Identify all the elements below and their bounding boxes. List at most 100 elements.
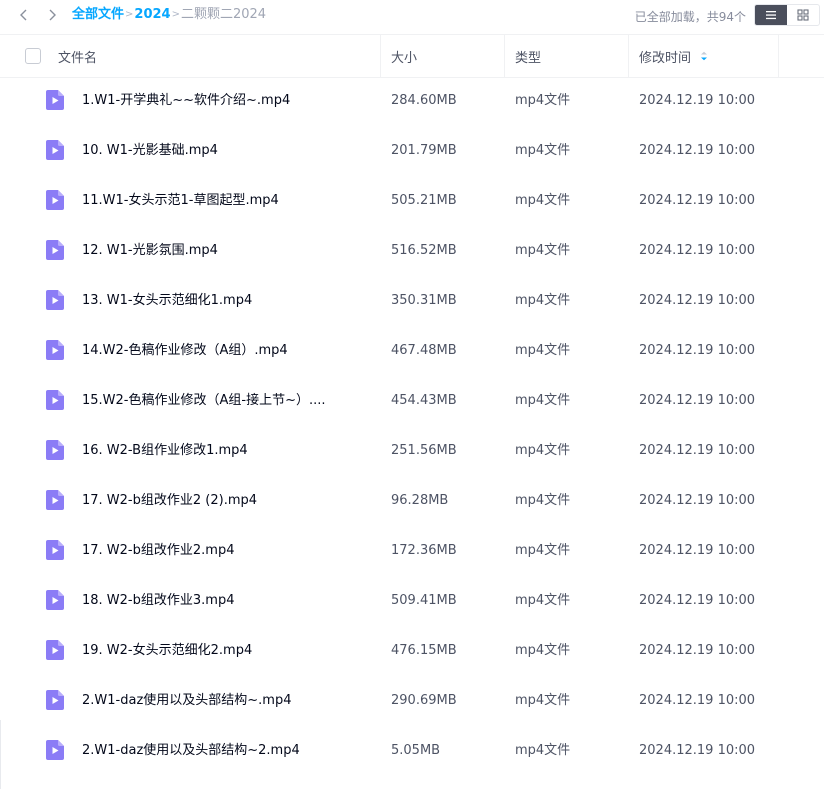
file-type: mp4文件 [515,743,571,758]
file-type: mp4文件 [515,393,571,408]
file-modified: 2024.12.19 10:00 [639,93,756,108]
file-modified: 2024.12.19 10:00 [639,593,756,608]
file-name[interactable]: 11.W1-女头示范1-草图起型.mp4 [82,176,342,226]
video-file-icon [46,190,64,210]
breadcrumb-2024[interactable]: 2024 [134,7,170,23]
grid-view-icon [797,9,809,21]
column-header-size-cell: 大小 [381,35,505,77]
file-modified: 2024.12.19 10:00 [639,193,756,208]
file-size: 290.69MB [391,693,457,708]
chevron-left-icon [20,9,27,21]
file-name[interactable]: 16. W2-B组作业修改1.mp4 [82,426,342,476]
video-file-icon [46,440,64,460]
grid-view-button[interactable] [787,5,819,25]
video-file-icon [46,490,64,510]
file-row[interactable]: 2.W1-daz使用以及头部结构~2.mp4 5.05MB mp4文件 2024… [0,726,824,776]
file-type: mp4文件 [515,243,571,258]
file-name[interactable]: 2.W1-daz使用以及头部结构~2.mp4 [82,726,342,776]
file-modified: 2024.12.19 10:00 [639,693,756,708]
file-modified: 2024.12.19 10:00 [639,343,756,358]
table-header: 文件名 大小 类型 修改时间 [0,34,824,78]
file-row[interactable]: 17. W2-b组改作业2 (2).mp4 96.28MB mp4文件 2024… [0,476,824,526]
file-name[interactable]: 14.W2-色稿作业修改（A组）.mp4 [82,326,342,376]
file-name[interactable]: 10. W1-光影基础.mp4 [82,126,342,176]
column-header-type-cell: 类型 [505,35,629,77]
file-row[interactable]: 16. W2-B组作业修改1.mp4 251.56MB mp4文件 2024.1… [0,426,824,476]
file-type: mp4文件 [515,493,571,508]
video-file-icon [46,140,64,160]
file-row[interactable]: 13. W1-女头示范细化1.mp4 350.31MB mp4文件 2024.1… [0,276,824,326]
video-file-icon [46,640,64,660]
file-size: 516.52MB [391,243,457,258]
file-row[interactable]: 10. W1-光影基础.mp4 201.79MB mp4文件 2024.12.1… [0,126,824,176]
file-row[interactable]: 14.W2-色稿作业修改（A组）.mp4 467.48MB mp4文件 2024… [0,326,824,376]
column-header-size[interactable]: 大小 [391,47,417,66]
forward-button[interactable] [42,5,62,25]
top-bar: 全部文件 > 2024 > 二颗颗二2024 已全部加载，共94个 [0,0,824,32]
file-row[interactable]: 1.W1-开学典礼~~软件介绍~.mp4 284.60MB mp4文件 2024… [0,76,824,126]
file-size: 505.21MB [391,193,457,208]
file-name[interactable]: 12. W1-光影氛围.mp4 [82,226,342,276]
file-name[interactable]: 18. W2-b组改作业3.mp4 [82,576,342,626]
file-type: mp4文件 [515,343,571,358]
file-row[interactable]: 11.W1-女头示范1-草图起型.mp4 505.21MB mp4文件 2024… [0,176,824,226]
column-header-modified[interactable]: 修改时间 [639,47,691,66]
video-file-icon [46,90,64,110]
file-row[interactable]: 15.W2-色稿作业修改（A组-接上节~）.... 454.43MB mp4文件… [0,376,824,426]
file-name[interactable]: 17. W2-b组改作业2.mp4 [82,526,342,576]
file-name[interactable]: 1.W1-开学典礼~~软件介绍~.mp4 [82,76,342,126]
file-name[interactable]: 19. W2-女头示范细化2.mp4 [82,626,342,676]
view-toggle [754,4,820,26]
breadcrumb-separator: > [171,9,180,20]
list-view-icon [766,11,776,20]
file-name[interactable]: 17. W2-b组改作业2 (2).mp4 [82,476,342,526]
file-modified: 2024.12.19 10:00 [639,393,756,408]
video-file-icon [46,540,64,560]
file-type: mp4文件 [515,193,571,208]
sort-desc-icon[interactable] [700,51,708,61]
file-size: 467.48MB [391,343,457,358]
file-row[interactable]: 17. W2-b组改作业2.mp4 172.36MB mp4文件 2024.12… [0,526,824,576]
column-header-name-cell: 文件名 [0,35,381,77]
file-modified: 2024.12.19 10:00 [639,493,756,508]
file-name[interactable]: 2.W1-daz使用以及头部结构~.mp4 [82,676,342,726]
file-size: 96.28MB [391,493,449,508]
column-header-name[interactable]: 文件名 [58,47,97,66]
file-modified: 2024.12.19 10:00 [639,143,756,158]
breadcrumb: 全部文件 > 2024 > 二颗颗二2024 [72,7,266,23]
file-modified: 2024.12.19 10:00 [639,293,756,308]
file-size: 251.56MB [391,443,457,458]
file-row[interactable]: 12. W1-光影氛围.mp4 516.52MB mp4文件 2024.12.1… [0,226,824,276]
file-modified: 2024.12.19 10:00 [639,743,756,758]
breadcrumb-current: 二颗颗二2024 [180,7,267,22]
file-row[interactable]: 18. W2-b组改作业3.mp4 509.41MB mp4文件 2024.12… [0,576,824,626]
file-row[interactable]: 19. W2-女头示范细化2.mp4 476.15MB mp4文件 2024.1… [0,626,824,676]
file-type: mp4文件 [515,93,571,108]
file-list: 1.W1-开学典礼~~软件介绍~.mp4 284.60MB mp4文件 2024… [0,76,824,776]
file-type: mp4文件 [515,143,571,158]
file-name[interactable]: 15.W2-色稿作业修改（A组-接上节~）.... [82,376,342,426]
video-file-icon [46,290,64,310]
file-type: mp4文件 [515,693,571,708]
file-type: mp4文件 [515,443,571,458]
video-file-icon [46,340,64,360]
file-size: 5.05MB [391,743,441,758]
file-type: mp4文件 [515,293,571,308]
scroll-edge [0,720,1,789]
video-file-icon [46,590,64,610]
file-type: mp4文件 [515,543,571,558]
file-size: 201.79MB [391,143,457,158]
file-type: mp4文件 [515,643,571,658]
breadcrumb-all-files[interactable]: 全部文件 [72,7,124,23]
back-button[interactable] [14,5,34,25]
column-header-type[interactable]: 类型 [515,47,541,66]
file-name[interactable]: 13. W1-女头示范细化1.mp4 [82,276,342,326]
chevron-right-icon [49,9,56,21]
video-file-icon [46,390,64,410]
file-row[interactable]: 2.W1-daz使用以及头部结构~.mp4 290.69MB mp4文件 202… [0,676,824,726]
list-view-button[interactable] [755,5,787,25]
video-file-icon [46,690,64,710]
file-size: 172.36MB [391,543,457,558]
load-status: 已全部加载，共94个 [634,10,746,24]
file-size: 350.31MB [391,293,457,308]
